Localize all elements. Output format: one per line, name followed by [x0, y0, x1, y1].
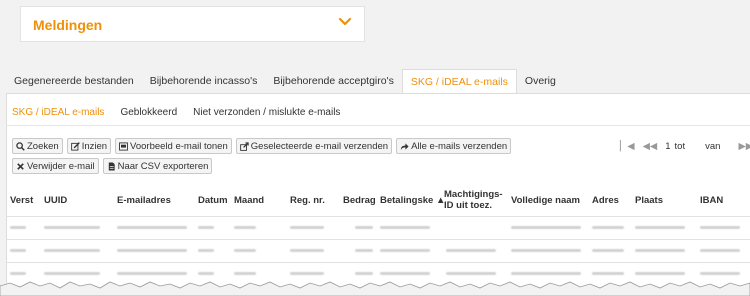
export-csv-button-label: Naar CSV exporteren — [117, 160, 209, 172]
column-header-verst[interactable]: Verst — [10, 186, 33, 214]
tab-incassos[interactable]: Bijbehorende incasso's — [142, 69, 266, 93]
page-number: 1 — [665, 141, 671, 152]
preview-email-button[interactable]: Voorbeeld e-mail tonen — [115, 138, 232, 154]
edit-icon — [70, 141, 80, 151]
export-csv-button[interactable]: Naar CSV exporteren — [102, 158, 213, 174]
send-all-button[interactable]: Alle e-mails verzenden — [396, 138, 512, 154]
notifications-panel[interactable]: Meldingen — [20, 6, 365, 42]
tab-generated-files[interactable]: Gegenereerde bestanden — [6, 69, 142, 93]
tab-skg-ideal-emails[interactable]: SKG / iDEAL e-mails — [401, 69, 517, 93]
chevron-down-icon[interactable] — [338, 16, 352, 28]
page-to-label: tot — [674, 141, 686, 152]
column-header-machtigings-id[interactable]: Machtigings-ID uit toez. — [444, 186, 503, 214]
table-row[interactable] — [6, 217, 750, 239]
previous-page-icon[interactable]: ◀◀ — [643, 141, 658, 152]
search-icon — [16, 141, 25, 151]
search-button[interactable]: Zoeken — [12, 138, 63, 154]
column-header-bedrag[interactable]: Bedrag — [343, 186, 376, 214]
column-header-betalingskenmerk[interactable]: Betalingske ▲ — [380, 186, 445, 214]
column-header-email[interactable]: E-mailadres — [117, 186, 171, 214]
sub-tabs: SKG / iDEAL e-mails Geblokkeerd Niet ver… — [6, 106, 346, 120]
file-icon — [108, 161, 115, 171]
first-page-icon[interactable]: ▏◀ — [620, 141, 635, 152]
view-button-label: Inzien — [81, 140, 108, 152]
column-header-adres[interactable]: Adres — [592, 186, 619, 214]
tab-overig[interactable]: Overig — [517, 69, 564, 93]
next-page-icon[interactable]: ▶▶ — [738, 141, 750, 152]
main-tabs: Gegenereerde bestanden Bijbehorende inca… — [6, 69, 564, 93]
send-selected-button-label: Geselecteerde e-mail verzenden — [250, 140, 389, 152]
delete-email-button-label: Verwijder e-mail — [27, 160, 95, 172]
subtab-blocked[interactable]: Geblokkeerd — [114, 106, 183, 120]
close-icon — [17, 162, 24, 170]
column-header-reg-nr[interactable]: Reg. nr. — [290, 186, 325, 214]
table-header: Verst UUID E-mailadres Datum Maand Reg. … — [6, 186, 750, 214]
tab-acceptgiros[interactable]: Bijbehorende acceptgiro's — [265, 69, 402, 93]
column-header-datum[interactable]: Datum — [198, 186, 228, 214]
send-all-button-label: Alle e-mails verzenden — [411, 140, 508, 152]
column-header-plaats[interactable]: Plaats — [635, 186, 663, 214]
envelope-preview-icon — [119, 141, 128, 151]
page-of-label: van — [705, 141, 721, 152]
notifications-title: Meldingen — [33, 17, 103, 33]
column-header-volledige-naam[interactable]: Volledige naam — [511, 186, 580, 214]
delete-email-button[interactable]: Verwijder e-mail — [12, 158, 99, 174]
send-selected-button[interactable]: Geselecteerde e-mail verzenden — [235, 138, 393, 154]
share-icon — [239, 141, 249, 151]
torn-edge — [0, 281, 750, 296]
view-button[interactable]: Inzien — [66, 138, 112, 154]
column-header-iban[interactable]: IBAN — [700, 186, 723, 214]
subtab-failed-emails[interactable]: Niet verzonden / mislukte e-mails — [187, 106, 346, 120]
preview-email-button-label: Voorbeeld e-mail tonen — [130, 140, 228, 152]
search-button-label: Zoeken — [27, 140, 59, 152]
subtab-divider — [6, 125, 750, 126]
pager: ▏◀ ◀◀ 1 tot van ▶▶ ▶▕ — [620, 141, 750, 152]
table-row[interactable] — [6, 240, 750, 262]
column-header-uuid[interactable]: UUID — [44, 186, 67, 214]
column-header-maand[interactable]: Maand — [234, 186, 264, 214]
toolbar: Zoeken Inzien Voorbeeld e-mail tonen Ges… — [12, 138, 572, 174]
subtab-skg-ideal-emails[interactable]: SKG / iDEAL e-mails — [6, 106, 110, 120]
forward-icon — [400, 142, 409, 150]
